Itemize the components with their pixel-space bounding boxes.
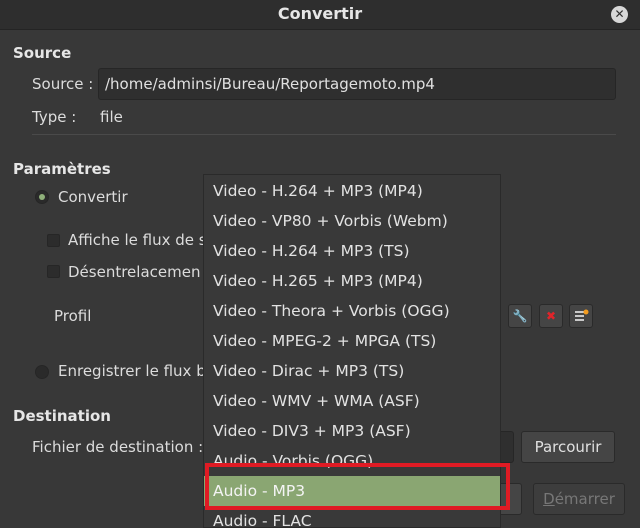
profile-label: Profil [54, 307, 92, 325]
delete-profile-icon[interactable]: ✖ [539, 304, 563, 328]
source-field[interactable]: /home/adminsi/Bureau/Reportagemoto.mp4 [98, 68, 616, 100]
profile-option[interactable]: Video - VP80 + Vorbis (Webm) [204, 206, 500, 236]
type-label: Type : [32, 108, 77, 126]
browse-button[interactable]: Parcourir [521, 431, 615, 463]
profile-option[interactable]: Video - WMV + WMA (ASF) [204, 386, 500, 416]
display-stream-checkbox[interactable] [47, 234, 60, 247]
window-title: Convertir [277, 4, 363, 23]
profile-option[interactable]: Video - Theora + Vorbis (OGG) [204, 296, 500, 326]
close-icon[interactable]: ✕ [611, 6, 628, 23]
record-stream-label: Enregistrer le flux b [58, 362, 206, 380]
display-stream-label: Affiche le flux de s [68, 231, 207, 249]
profile-option[interactable]: Video - H.265 + MP3 (MP4) [204, 266, 500, 296]
start-rest: émarrer [554, 490, 615, 508]
record-stream-radio[interactable] [35, 365, 49, 379]
profile-option[interactable]: Video - MPEG-2 + MPGA (TS) [204, 326, 500, 356]
start-mnemonic: D [543, 490, 555, 508]
source-label: Source : [32, 75, 94, 93]
deinterlace-label: Désentrelacemen [68, 263, 201, 281]
type-value: file [100, 108, 123, 126]
profile-option[interactable]: Video - H.264 + MP3 (MP4) [204, 176, 500, 206]
destination-file-label: Fichier de destination : [32, 438, 204, 456]
title-bar: Convertir ✕ [0, 0, 640, 30]
source-separator [32, 134, 616, 135]
source-value: /home/adminsi/Bureau/Reportagemoto.mp4 [105, 75, 435, 93]
profile-option[interactable]: Video - DIV3 + MP3 (ASF) [204, 416, 500, 446]
profile-option[interactable]: Video - H.264 + MP3 (TS) [204, 236, 500, 266]
edit-profile-wrench-icon[interactable]: 🔧 [508, 304, 532, 328]
highlight-annotation-box [205, 463, 510, 510]
convert-label: Convertir [58, 188, 128, 206]
params-section-title: Paramètres [13, 160, 111, 178]
convert-radio[interactable] [35, 190, 49, 204]
new-profile-icon[interactable] [569, 304, 593, 328]
destination-section-title: Destination [13, 407, 111, 425]
deinterlace-checkbox[interactable] [47, 265, 60, 278]
profile-option[interactable]: Video - Dirac + MP3 (TS) [204, 356, 500, 386]
source-section-title: Source [13, 44, 72, 62]
start-button[interactable]: Démarrer [533, 483, 625, 515]
